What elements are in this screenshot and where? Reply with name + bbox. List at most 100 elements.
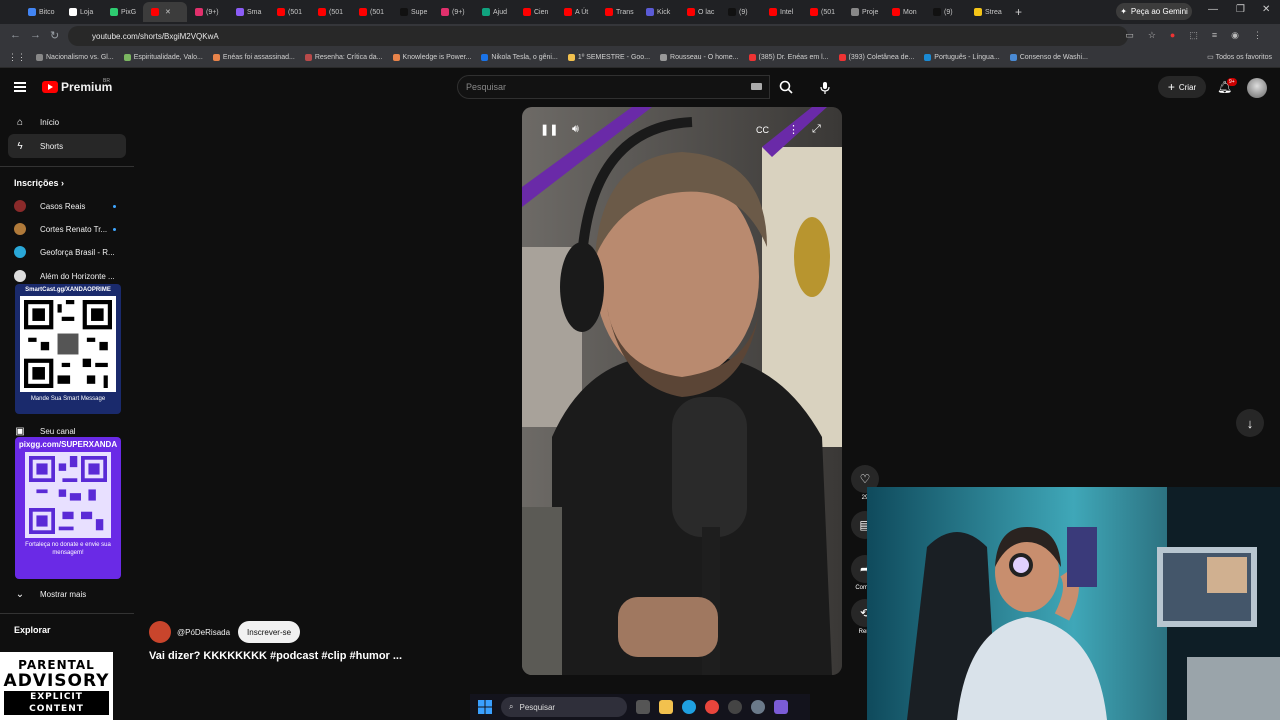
app-icon[interactable] — [774, 700, 788, 714]
bookmark-label: Rousseau - O home... — [670, 54, 739, 61]
advisory-line-3: EXPLICIT CONTENT — [4, 690, 109, 715]
browser-tab[interactable]: Mon — [884, 2, 925, 22]
subscription-item[interactable]: Geoforça Brasil - R... — [8, 241, 126, 263]
all-favorites[interactable]: ▭ Todos os favoritos — [1207, 53, 1272, 61]
browser-tab[interactable]: (501 — [351, 2, 392, 22]
browser-tab[interactable]: ✕ — [143, 2, 187, 22]
qr2-caption: Fortaleça no donate e envie sua mensagem… — [25, 542, 111, 556]
subscription-item[interactable]: Casos Reais — [8, 195, 126, 217]
profile-icon[interactable]: ◉ — [1231, 30, 1239, 41]
youtube-logo[interactable]: Premium — [42, 80, 112, 94]
close-tab-icon[interactable]: ✕ — [165, 8, 171, 16]
extension-red-icon[interactable]: ● — [1170, 30, 1175, 41]
obs-icon[interactable] — [728, 700, 742, 714]
close-window-icon[interactable]: ✕ — [1262, 4, 1270, 15]
browser-tab[interactable]: (501 — [802, 2, 843, 22]
browser-tab[interactable]: (501 — [310, 2, 351, 22]
url-field[interactable]: youtube.com/shorts/BxgiM2VQKwA — [68, 26, 1128, 46]
browser-tab[interactable]: Supe — [392, 2, 433, 22]
edge-icon[interactable] — [682, 700, 696, 714]
tab-label: O lac — [698, 8, 715, 16]
create-button[interactable]: + Criar — [1158, 76, 1206, 98]
windows-start-icon[interactable] — [478, 700, 492, 714]
bookmark-favicon-icon — [123, 54, 131, 61]
pause-icon[interactable]: ❚❚ — [540, 123, 558, 136]
browser-tab[interactable]: Loja — [61, 2, 102, 22]
browser-tab[interactable]: Strea — [966, 2, 1007, 22]
subscription-item[interactable]: Cortes Renato Tr... — [8, 218, 126, 240]
channel-name[interactable]: @PóDeRisada — [177, 628, 230, 637]
bookmark-item[interactable]: Consenso de Washi... — [1009, 54, 1088, 61]
keyboard-icon[interactable] — [751, 83, 762, 90]
bookmark-item[interactable]: Rousseau - O home... — [660, 54, 739, 61]
extensions-icon[interactable]: ⬚ — [1189, 30, 1198, 41]
settings-icon[interactable] — [751, 700, 765, 714]
browser-tab[interactable]: Ajud — [474, 2, 515, 22]
bookmark-item[interactable]: Nikola Tesla, o gêni... — [481, 54, 558, 61]
captions-icon[interactable]: CC — [756, 125, 769, 135]
browser-tab[interactable]: (9) — [925, 2, 966, 22]
hamburger-menu-icon[interactable] — [14, 82, 26, 92]
tab-label: (501 — [821, 8, 836, 16]
bookmark-item[interactable]: Espiritualidade, Valo... — [123, 54, 203, 61]
browser-tab[interactable]: (9+) — [433, 2, 474, 22]
fullscreen-icon[interactable]: ⤢ — [812, 123, 821, 136]
search-button[interactable] — [772, 75, 800, 99]
forward-icon[interactable]: → — [30, 29, 41, 41]
sidebar-item-home[interactable]: ⌂ Início — [8, 110, 126, 134]
chrome-icon[interactable] — [705, 700, 719, 714]
task-view-icon[interactable] — [636, 700, 650, 714]
browser-tab[interactable]: Sma — [228, 2, 269, 22]
browser-tab[interactable]: PixG — [102, 2, 143, 22]
browser-tab[interactable]: Intel — [761, 2, 802, 22]
browser-tab[interactable]: (9) — [720, 2, 761, 22]
shorts-video-player[interactable]: ❚❚ 🔊︎ CC ⋮ ⤢ — [522, 107, 842, 675]
back-icon[interactable]: ← — [10, 29, 21, 41]
browser-tab[interactable]: O lac — [679, 2, 720, 22]
search-input[interactable]: Pesquisar — [457, 75, 770, 99]
browser-tab[interactable]: Cien — [515, 2, 556, 22]
browser-tab[interactable]: A Út — [556, 2, 597, 22]
browser-menu-icon[interactable]: ⋮ — [1253, 30, 1262, 41]
browser-tab[interactable]: (501 — [269, 2, 310, 22]
cast-icon[interactable]: ▭ — [1125, 30, 1134, 41]
bookmark-item[interactable]: Enéas foi assassinad... — [212, 54, 295, 61]
browser-tab[interactable]: Trans — [597, 2, 638, 22]
taskbar-search[interactable]: ⌕ Pesquisar — [501, 697, 627, 717]
minimize-icon[interactable]: — — [1208, 4, 1218, 15]
bookmark-item[interactable]: 1º SEMESTRE - Goo... — [567, 54, 650, 61]
media-icon[interactable]: ≡ — [1212, 30, 1217, 41]
browser-tab[interactable]: Kick — [638, 2, 679, 22]
account-avatar[interactable] — [1247, 78, 1267, 98]
bookmark-item[interactable]: Resenha: Crítica da... — [304, 54, 383, 61]
short-caption[interactable]: Vai dizer? KKKKKKKK #podcast #clip #humo… — [149, 650, 402, 662]
file-explorer-icon[interactable] — [659, 700, 673, 714]
show-more-button[interactable]: ⌄ Mostrar mais — [8, 582, 126, 606]
subscriptions-header[interactable]: Inscrições › — [14, 178, 64, 188]
bookmark-item[interactable]: Português - Língua... — [924, 54, 1000, 61]
bookmark-item[interactable]: (393) Coletânea de... — [838, 54, 914, 61]
apps-icon[interactable]: ⋮⋮ — [8, 52, 26, 63]
bookmark-item[interactable]: Nacionalismo vs. Gl... — [36, 54, 114, 61]
bookmark-item[interactable]: (385) Dr. Enéas em l... — [748, 54, 829, 61]
sidebar-item-shorts[interactable]: ϟ Shorts — [8, 134, 126, 158]
create-label: Criar — [1178, 82, 1197, 92]
channel-avatar[interactable] — [149, 621, 171, 643]
tab-label: Kick — [657, 8, 671, 16]
browser-tab[interactable]: (9+) — [187, 2, 228, 22]
browser-tab[interactable]: Bitco — [20, 2, 61, 22]
gemini-button[interactable]: ✦ Peça ao Gemini — [1116, 3, 1192, 20]
voice-search-button[interactable] — [812, 76, 838, 100]
star-icon[interactable]: ☆ — [1148, 30, 1156, 41]
new-tab-button[interactable]: + — [1015, 5, 1022, 19]
maximize-icon[interactable]: ❐ — [1236, 4, 1245, 15]
subscription-label: Casos Reais — [40, 201, 86, 211]
reload-icon[interactable]: ↻ — [50, 29, 59, 42]
bookmark-label: Knowledge is Power... — [402, 54, 472, 61]
more-options-icon[interactable]: ⋮ — [788, 123, 799, 136]
volume-icon[interactable]: 🔊︎ — [572, 123, 579, 136]
subscribe-button[interactable]: Inscrever-se — [238, 621, 301, 643]
bookmark-item[interactable]: Knowledge is Power... — [392, 54, 472, 61]
browser-tab[interactable]: Proje — [843, 2, 884, 22]
next-short-button[interactable]: ↓ — [1236, 409, 1264, 437]
